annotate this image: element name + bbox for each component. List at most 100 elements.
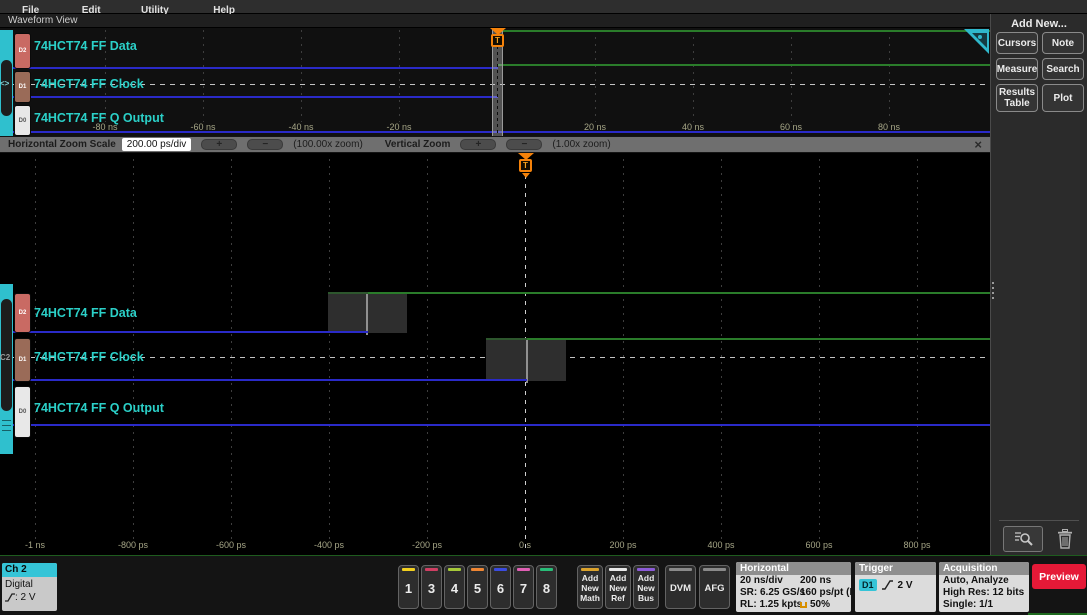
horizontal-zoom-minus-button[interactable]: − [247,139,284,150]
digital-group-grip[interactable] [1,60,12,116]
channel-3-button[interactable]: 3 [421,565,442,609]
rising-edge-icon [881,580,893,590]
position-icon [800,602,807,608]
vertical-zoom-plus-button[interactable]: + [460,139,497,150]
horizontal-window: 200 ns [800,575,832,586]
panel-splitter-handle[interactable] [992,282,994,299]
preview-button[interactable]: Preview [1032,564,1086,589]
gridline [203,30,204,122]
gridline [427,159,428,541]
d1-signal-label[interactable]: 74HCT74 FF Clock [34,350,144,364]
acquisition-detail: High Res: 12 bits [943,587,1025,598]
trigger-marker-tail [522,173,530,178]
channel-2-badge[interactable]: Ch 2 Digital : 2 V [2,563,57,611]
add-search-button[interactable]: Search [1042,58,1084,80]
record-length: RL: 1.25 kpts [740,599,803,610]
d0-channel-badge[interactable]: D0 [14,105,31,136]
d1-channel-badge[interactable]: D1 [14,338,31,382]
add-new-ref-button[interactable]: Add New Ref [605,565,631,609]
d2-channel-badge[interactable]: D2 [14,293,31,333]
trash-icon [1058,529,1072,549]
horizontal-zoom-plus-button[interactable]: + [201,139,238,150]
add-new-math-label: Add New Math [580,573,600,603]
sample-rate: SR: 6.25 GS/s [740,587,806,598]
d2-channel-badge[interactable]: D2 [14,33,31,69]
trigger-source-badge: D1 [859,579,877,591]
gridline [889,30,890,122]
d0-channel-badge[interactable]: D0 [14,386,31,438]
overview-axis-tick: -20 ns [386,122,412,132]
overview-axis-tick: -80 ns [92,122,118,132]
dvm-button[interactable]: DVM [665,565,696,609]
main-axis-tick: -400 ps [313,540,345,550]
d1-signal-label[interactable]: 74HCT74 FF Clock [34,77,144,91]
gridline [791,30,792,122]
d1-channel-badge[interactable]: D1 [14,71,31,103]
channel-6-button[interactable]: 6 [490,565,511,609]
add-cursors-button[interactable]: Cursors [996,32,1038,54]
sidebar-divider [999,520,1079,521]
trigger-settings-panel[interactable]: Trigger D1 2 V [855,562,936,612]
gridline [819,159,820,541]
d1-high-trace [527,338,990,340]
overview-axis-tick: -60 ns [190,122,216,132]
d2-low-trace [13,67,498,69]
add-plot-button[interactable]: Plot [1042,84,1084,112]
gridline [595,30,596,122]
channel-7-button[interactable]: 7 [513,565,534,609]
horizontal-panel-title: Horizontal [736,562,851,575]
group-expand-badge[interactable]: <> [0,79,9,88]
gridline [329,159,330,541]
channel-8-label: 8 [542,581,551,596]
trigger-marker-badge[interactable]: T [519,159,532,172]
horizontal-zoom-scale-input[interactable]: 200.00 ps/div [121,138,192,151]
d1-low-trace [13,379,527,381]
main-axis-tick: 400 ps [707,540,735,550]
delete-trash-button[interactable] [1051,526,1079,552]
d2-transition-region [328,292,407,335]
d2-signal-label[interactable]: 74HCT74 FF Data [34,39,137,53]
zoom-overview-toggle-button[interactable] [1003,526,1043,552]
channel-4-button[interactable]: 4 [444,565,465,609]
channel-1-button[interactable]: 1 [398,565,419,609]
main-axis-tick: 200 ps [609,540,637,550]
add-note-button[interactable]: Note [1042,32,1084,54]
acquisition-panel-title: Acquisition [939,562,1029,575]
d0-low-trace [13,424,990,426]
channel-8-button[interactable]: 8 [536,565,557,609]
afg-button[interactable]: AFG [699,565,730,609]
acquisition-mode: Auto, Analyze [943,575,1009,586]
add-new-bus-button[interactable]: Add New Bus [633,565,659,609]
group-channel-badge: C2 [0,353,11,362]
gridline [623,159,624,541]
main-axis-tick: 800 ps [903,540,931,550]
channel-1-label: 1 [404,581,413,596]
menu-bar: File Edit Utility Help [0,0,1087,16]
resolution: 160 ps/pt (IT [800,587,851,598]
waveform-view-tab[interactable]: Waveform View [0,14,990,28]
channel-5-button[interactable]: 5 [467,565,488,609]
horizontal-settings-panel[interactable]: Horizontal 20 ns/div 200 ns SR: 6.25 GS/s… [736,562,851,612]
close-zoom-view-icon[interactable]: × [974,137,982,152]
d0-signal-label[interactable]: 74HCT74 FF Q Output [34,401,164,415]
draw-zoom-corner-dot [978,35,982,39]
add-measure-button[interactable]: Measure [996,58,1038,80]
add-new-math-button[interactable]: Add New Math [577,565,603,609]
channel-5-label: 5 [473,581,482,596]
acquisition-settings-panel[interactable]: Acquisition Auto, Analyze High Res: 12 b… [939,562,1029,612]
add-results-table-button[interactable]: Results Table [996,84,1038,112]
vertical-zoom-minus-button[interactable]: − [506,139,543,150]
d2-signal-label[interactable]: 74HCT74 FF Data [34,306,137,320]
threshold-edge-icon [5,593,15,602]
main-axis-tick: 600 ps [805,540,833,550]
horizontal-zoom-factor: (100.00x zoom) [293,139,363,150]
trigger-marker-badge[interactable]: T [491,34,504,47]
horizontal-position: 50% [810,599,831,610]
main-axis-tick: -600 ps [215,540,247,550]
results-bar: Add New... Cursors Note Measure Search R… [990,14,1087,555]
zoomed-waveform-panel[interactable]: T C2 D2 D1 D0 74HCT74 FF Data 74HCT74 FF… [0,153,990,555]
digital-group-handle[interactable] [0,284,13,454]
gridline [721,159,722,541]
overview-waveform-panel[interactable]: <> D2 D1 D0 74HCT74 FF Data 74HCT74 FF C… [0,28,990,136]
trigger-level: 2 V [897,579,913,591]
